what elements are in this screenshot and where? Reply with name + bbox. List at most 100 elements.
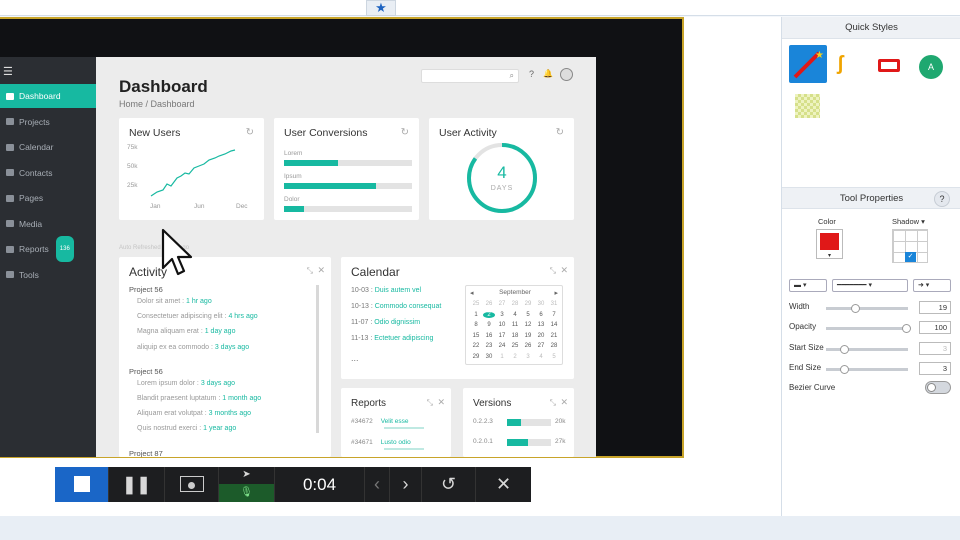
line-style-dropdown[interactable]: ━━━━━━━ ▾	[832, 279, 908, 292]
activity-item[interactable]: Lorem ipsum dolor : 3 days ago	[137, 380, 235, 387]
calendar-day[interactable]: 15	[470, 333, 482, 339]
bell-icon[interactable]: 🔔	[543, 69, 553, 78]
calendar-day[interactable]: 1	[496, 354, 508, 360]
pause-button[interactable]: ❚❚	[109, 467, 165, 502]
calendar-event[interactable]: 11-07 : Odio dignissim	[351, 319, 420, 326]
stop-button[interactable]	[55, 467, 109, 502]
end-size-field[interactable]: 3	[919, 362, 951, 375]
sidebar-item-contacts[interactable]: Contacts	[0, 161, 96, 185]
expand-icon[interactable]: ⤡	[307, 266, 313, 276]
calendar-day[interactable]: 25	[470, 301, 482, 307]
cancel-button[interactable]: ✕	[476, 467, 531, 502]
calendar-day[interactable]: 27	[496, 301, 508, 307]
expand-icon[interactable]: ⤡	[550, 266, 556, 276]
calendar-day[interactable]: 30	[483, 354, 495, 360]
scrollbar[interactable]	[316, 285, 319, 433]
activity-item[interactable]: Dolor sit amet : 1 hr ago	[137, 298, 212, 305]
calendar-day[interactable]: 31	[548, 301, 560, 307]
calendar-day[interactable]: 5	[548, 354, 560, 360]
calendar-day[interactable]: 26	[483, 301, 495, 307]
hamburger-icon[interactable]: ☰	[3, 65, 13, 78]
calendar-day[interactable]: 23	[483, 343, 495, 349]
close-icon[interactable]: ✕	[560, 265, 568, 276]
search-input[interactable]: ⌕	[421, 69, 519, 83]
refresh-icon[interactable]: ↻	[246, 127, 254, 138]
start-size-slider[interactable]	[826, 345, 908, 354]
calendar-day[interactable]: 2	[483, 311, 495, 318]
refresh-icon[interactable]: ↻	[401, 127, 409, 138]
activity-item[interactable]: Aliquam erat volutpat : 3 months ago	[137, 410, 251, 417]
activity-item[interactable]: Blandit praesent luptatum : 1 month ago	[137, 395, 261, 402]
sidebar-item-calendar[interactable]: Calendar	[0, 135, 96, 159]
star-icon[interactable]: ★	[366, 0, 396, 16]
width-field[interactable]: 19	[919, 301, 951, 314]
restart-button[interactable]: ↺	[422, 467, 476, 502]
audio-toggle-button[interactable]: ➤ 🎙	[219, 467, 275, 502]
calendar-day[interactable]: 20	[535, 333, 547, 339]
calendar-day[interactable]: 1	[470, 312, 482, 318]
avatar[interactable]	[560, 68, 573, 81]
calendar-day[interactable]: 3	[496, 312, 508, 318]
opacity-field[interactable]: 100	[919, 321, 951, 334]
calendar-day[interactable]: 17	[496, 333, 508, 339]
highlight-style-swatch[interactable]	[795, 94, 820, 118]
calendar-day[interactable]: 4	[509, 312, 521, 318]
calendar-day[interactable]: 5	[522, 312, 534, 318]
calendar-day[interactable]: 9	[483, 322, 495, 328]
calendar-day[interactable]: 29	[522, 301, 534, 307]
next-icon[interactable]: ›	[390, 467, 422, 502]
calendar-day[interactable]: 19	[522, 333, 534, 339]
calendar-event[interactable]: 11-13 : Ectetuer adipiscing	[351, 335, 433, 342]
calendar-day[interactable]: 26	[522, 343, 534, 349]
help-button[interactable]: ?	[934, 191, 950, 207]
calendar-day[interactable]: 24	[496, 343, 508, 349]
calendar-day[interactable]: 16	[483, 333, 495, 339]
calendar-day[interactable]: 14	[548, 322, 560, 328]
line-start-dropdown[interactable]: ▬ ▾	[789, 279, 827, 292]
rectangle-style-swatch[interactable]	[878, 59, 900, 72]
calendar-day[interactable]: 25	[509, 343, 521, 349]
sidebar-item-projects[interactable]: Projects	[0, 110, 96, 134]
calendar-day[interactable]: 29	[470, 354, 482, 360]
start-size-field[interactable]: 3	[919, 342, 951, 355]
calendar-day[interactable]: 21	[548, 333, 560, 339]
calendar-day[interactable]: 12	[522, 322, 534, 328]
calendar-day[interactable]: 30	[535, 301, 547, 307]
color-picker[interactable]: ▾	[816, 229, 843, 259]
calendar-day[interactable]: 4	[535, 354, 547, 360]
calendar-day[interactable]: 7	[548, 312, 560, 318]
calendar-day[interactable]: 18	[509, 333, 521, 339]
calendar-event[interactable]: 10-03 : Duis autem vel	[351, 287, 421, 294]
line-end-dropdown[interactable]: ➜ ▾	[913, 279, 951, 292]
help-icon[interactable]: ?	[529, 69, 534, 79]
previous-icon[interactable]: ‹	[365, 467, 390, 502]
callout-style-swatch[interactable]: A	[919, 55, 943, 79]
sidebar-item-reports[interactable]: Reports 136	[0, 236, 96, 262]
sidebar-item-dashboard[interactable]: Dashboard	[0, 84, 96, 108]
activity-item[interactable]: Quis nostrud exerci : 1 year ago	[137, 425, 236, 432]
shadow-grid[interactable]: ✓	[892, 229, 928, 263]
calendar-day[interactable]: 10	[496, 322, 508, 328]
bezier-toggle[interactable]	[925, 381, 951, 394]
close-icon[interactable]: ✕	[317, 265, 325, 276]
calendar-day[interactable]: 11	[509, 322, 521, 328]
width-slider[interactable]	[826, 304, 908, 313]
curve-style-swatch[interactable]: ʃ	[837, 53, 844, 76]
activity-item[interactable]: Magna aliquam erat : 1 day ago	[137, 328, 235, 335]
calendar-event[interactable]: 10-13 : Commodo consequat	[351, 303, 441, 310]
report-row[interactable]: #34671 Lusto odio	[351, 439, 424, 450]
calendar-day[interactable]: 13	[535, 322, 547, 328]
end-size-slider[interactable]	[826, 365, 908, 374]
calendar-day[interactable]: 6	[535, 312, 547, 318]
sidebar-item-tools[interactable]: Tools	[0, 263, 96, 287]
activity-item[interactable]: Consectetuer adipiscing elit : 4 hrs ago	[137, 313, 258, 320]
calendar-day[interactable]: 28	[509, 301, 521, 307]
mini-calendar[interactable]: ◂ September ▸ 25 26 27 28 29 30 31 1 2 3 4 5 6 7 8 9 10 1…	[465, 285, 563, 365]
report-row[interactable]: #34672 Velit esse	[351, 418, 424, 429]
calendar-day[interactable]: 28	[548, 343, 560, 349]
arrow-style-swatch[interactable]: ★	[789, 45, 827, 83]
sidebar-item-media[interactable]: Media	[0, 212, 96, 236]
expand-icon[interactable]: ⤡	[427, 398, 433, 408]
close-icon[interactable]: ✕	[560, 397, 568, 408]
opacity-slider[interactable]	[826, 324, 911, 333]
